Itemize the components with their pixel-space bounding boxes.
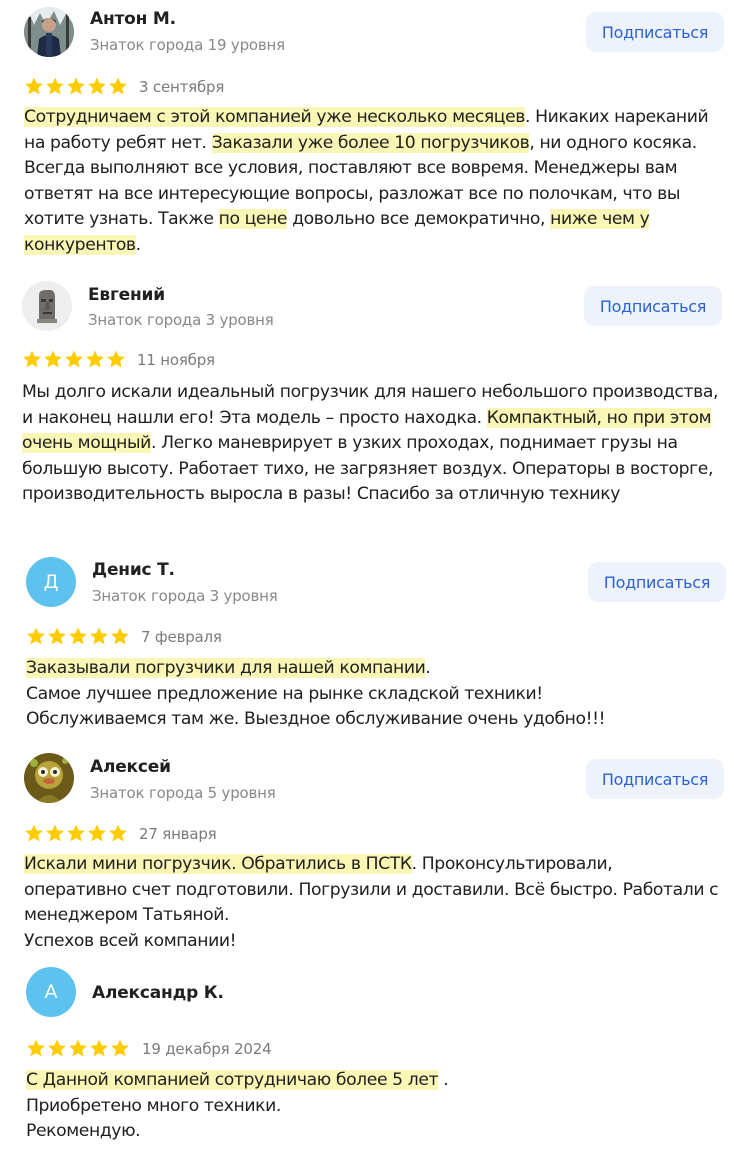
- star-icon: [90, 1039, 108, 1057]
- highlighted-phrase: Заказали уже более 10 погрузчиков: [211, 132, 530, 153]
- text-fragment: Рекомендую.: [26, 1121, 141, 1141]
- author-name[interactable]: Антон М.: [90, 9, 176, 29]
- text-fragment: .: [425, 658, 431, 678]
- highlighted-phrase: Заказывали погрузчики для нашей компании: [26, 658, 426, 678]
- author-level: Знаток города 3 уровня: [88, 311, 274, 329]
- subscribe-button[interactable]: Подписаться: [586, 759, 724, 799]
- star-icon: [107, 350, 125, 368]
- star-icon: [25, 824, 43, 842]
- star-icon: [111, 627, 129, 645]
- author-name[interactable]: Александр К.: [92, 983, 224, 1003]
- author-level: Знаток города 5 уровня: [90, 784, 276, 802]
- avatar[interactable]: [22, 281, 72, 331]
- author-level: Знаток города 19 уровня: [90, 36, 285, 54]
- star-icon: [44, 350, 62, 368]
- review-text: Сотрудничаем с этой компанией уже нескол…: [24, 105, 720, 258]
- rating-stars: [26, 1039, 130, 1058]
- avatar[interactable]: Д: [26, 557, 76, 607]
- star-icon: [67, 77, 85, 95]
- star-icon: [27, 1039, 45, 1057]
- rating-stars: [26, 627, 130, 646]
- cartoon-creature-icon: [24, 753, 74, 803]
- review-text: Заказывали погрузчики для нашей компании…: [26, 656, 722, 733]
- review-date: 19 декабря 2024: [142, 1040, 272, 1058]
- author-name[interactable]: Денис Т.: [92, 560, 175, 580]
- text-fragment: .: [438, 1070, 449, 1090]
- subscribe-button[interactable]: Подписаться: [584, 286, 722, 326]
- text-fragment: Самое лучшее предложение на рынке складс…: [26, 683, 543, 704]
- moai-statue-icon: [22, 281, 72, 331]
- star-icon: [88, 824, 106, 842]
- star-icon: [48, 1039, 66, 1057]
- subscribe-button[interactable]: Подписаться: [586, 12, 724, 52]
- star-icon: [90, 627, 108, 645]
- star-icon: [111, 1039, 129, 1057]
- highlighted-phrase: по цене: [218, 209, 288, 229]
- rating-stars: [24, 77, 128, 96]
- text-fragment: Приобретено много техники.: [26, 1095, 281, 1116]
- avatar[interactable]: [24, 753, 74, 803]
- review-text: Искали мини погрузчик. Обратились в ПСТК…: [24, 852, 720, 954]
- rating-stars: [24, 824, 128, 843]
- text-fragment: Успехов всей компании!: [24, 930, 237, 951]
- author-name[interactable]: Евгений: [88, 285, 165, 305]
- star-icon: [86, 350, 104, 368]
- text-fragment: Обслуживаемся там же. Выездное обслужива…: [26, 709, 606, 729]
- subscribe-button[interactable]: Подписаться: [588, 562, 726, 602]
- rating-stars: [22, 350, 126, 369]
- author-level: Знаток города 3 уровня: [92, 587, 278, 605]
- review-date: 27 января: [139, 825, 217, 843]
- star-icon: [46, 824, 64, 842]
- star-icon: [27, 627, 45, 645]
- star-icon: [109, 824, 127, 842]
- review-text: Мы долго искали идеальный погрузчик для …: [22, 380, 722, 508]
- star-icon: [25, 77, 43, 95]
- highlighted-phrase: Сотрудничаем с этой компанией уже нескол…: [24, 107, 526, 127]
- star-icon: [46, 77, 64, 95]
- star-icon: [67, 824, 85, 842]
- star-icon: [109, 77, 127, 95]
- review-date: 11 ноября: [137, 351, 215, 369]
- review-date: 7 февраля: [141, 628, 222, 646]
- star-icon: [65, 350, 83, 368]
- text-fragment: довольно все демократично,: [287, 209, 551, 229]
- review-date: 3 сентября: [139, 78, 225, 96]
- review-text: С Данной компанией сотрудничаю более 5 л…: [26, 1068, 722, 1145]
- author-name[interactable]: Алексей: [90, 757, 171, 777]
- person-in-winter-forest-photo-icon: [24, 7, 74, 57]
- text-fragment: .: [135, 234, 141, 255]
- avatar[interactable]: [24, 7, 74, 57]
- star-icon: [69, 627, 87, 645]
- star-icon: [88, 77, 106, 95]
- highlighted-phrase: Искали мини погрузчик. Обратились в ПСТК: [24, 854, 412, 874]
- star-icon: [23, 350, 41, 368]
- star-icon: [48, 627, 66, 645]
- star-icon: [69, 1039, 87, 1057]
- avatar[interactable]: А: [26, 967, 76, 1017]
- highlighted-phrase: С Данной компанией сотрудничаю более 5 л…: [26, 1070, 439, 1090]
